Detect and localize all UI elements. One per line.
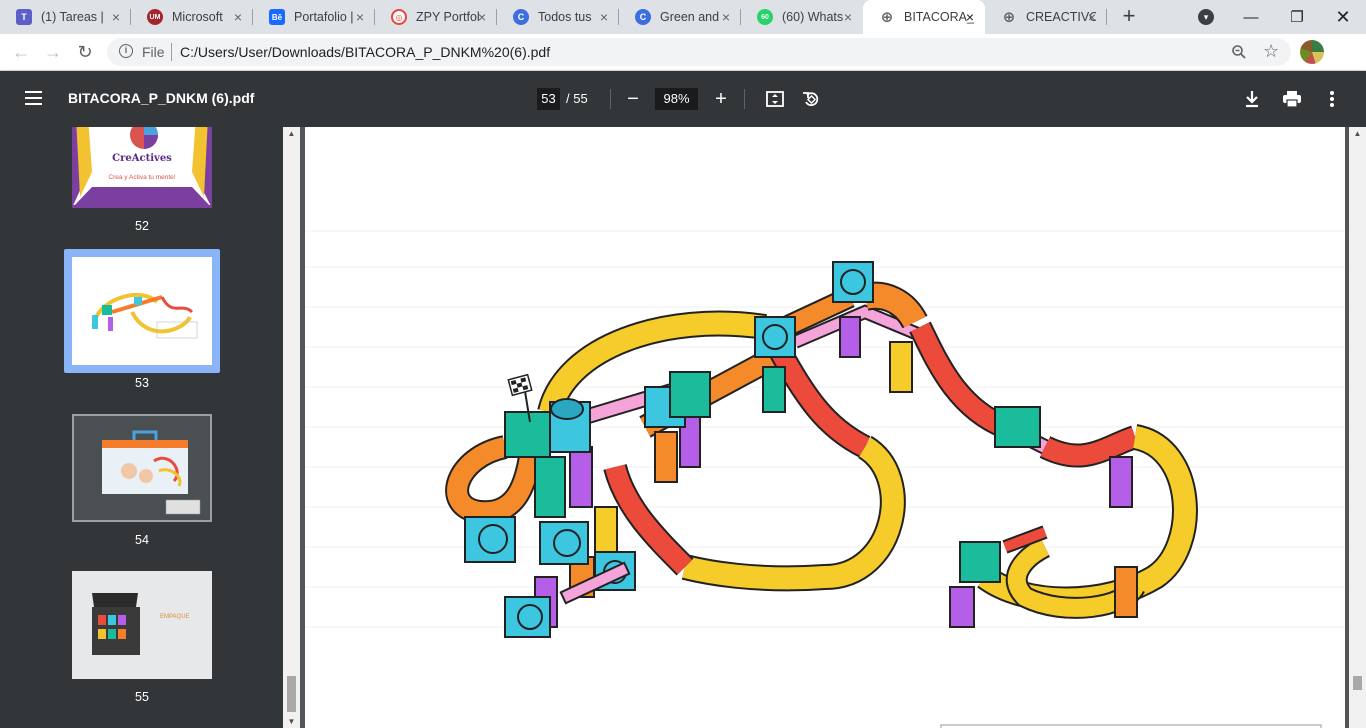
globe-icon: ⊕ xyxy=(880,9,894,26)
marble-run-illustration xyxy=(305,230,1345,728)
scroll-down-arrow[interactable]: ▼ xyxy=(283,717,300,726)
thumbnail-52-title: CreActives xyxy=(112,153,172,164)
more-options-icon[interactable] xyxy=(1320,87,1344,111)
minimize-button[interactable]: — xyxy=(1228,0,1274,34)
page-number-input[interactable]: 53 xyxy=(537,88,560,110)
zoom-out-button[interactable]: − xyxy=(621,87,645,111)
pdf-title: BITACORA_P_DNKM (6).pdf xyxy=(68,90,255,106)
thumbnail-52-tagline: Crea y Activa tu mente! xyxy=(108,174,176,181)
close-icon[interactable]: × xyxy=(597,10,611,24)
tab-search-icon[interactable]: ▾ xyxy=(1198,9,1214,25)
sidebar-scrollbar[interactable]: ▲ ▼ xyxy=(283,127,300,728)
um-icon: UM xyxy=(147,9,163,25)
zoom-icon[interactable] xyxy=(1231,44,1247,63)
back-button[interactable]: ← xyxy=(9,41,33,63)
package-thumbnail-image xyxy=(72,571,212,679)
tab-whatsapp[interactable]: 60 (60) Whats × xyxy=(741,0,863,34)
tab-green[interactable]: C Green and × xyxy=(619,0,741,34)
tab-portafolio[interactable]: Bē Portafolio | × xyxy=(253,0,375,34)
viewer-scrollbar-thumb[interactable] xyxy=(1353,676,1362,690)
reload-button[interactable]: ↻ xyxy=(73,41,97,63)
print-icon[interactable] xyxy=(1280,87,1304,111)
pdf-toolbar: BITACORA_P_DNKM (6).pdf 53 / 55 − 98% + xyxy=(0,71,1366,127)
tab-todos[interactable]: C Todos tus × xyxy=(497,0,619,34)
thumbnail-55[interactable]: EMPAQUE xyxy=(72,571,212,679)
scheme-label: File xyxy=(142,44,165,60)
new-tab-button[interactable]: + xyxy=(1118,5,1140,28)
close-icon[interactable]: × xyxy=(231,10,245,24)
profile-avatar[interactable] xyxy=(1300,40,1324,64)
tab-creactivo[interactable]: ⊕ CREACTIVO × xyxy=(985,0,1107,34)
tab-zpy[interactable]: ◎ ZPY Portfol × xyxy=(375,0,497,34)
viewer-scrollbar[interactable]: ▲ xyxy=(1349,127,1366,728)
sidebar-scrollbar-thumb[interactable] xyxy=(287,676,296,712)
behance-icon: Bē xyxy=(269,9,285,25)
tab-strip: T (1) Tareas | × UM Microsoft × Bē Porta… xyxy=(0,0,1366,34)
close-icon[interactable]: × xyxy=(963,10,977,24)
page-total: / 55 xyxy=(566,91,588,106)
close-icon[interactable]: × xyxy=(475,10,489,24)
address-toolbar: ← → ↻ i File C:/Users/User/Downloads/BIT… xyxy=(0,34,1366,71)
close-icon[interactable]: × xyxy=(109,10,123,24)
close-window-button[interactable]: ✕ xyxy=(1320,0,1366,34)
zoom-in-button[interactable]: + xyxy=(709,87,733,111)
whatsapp-icon: 60 xyxy=(757,9,773,25)
tab-title: (1) Tareas | xyxy=(41,10,104,24)
thumbnail-54[interactable] xyxy=(72,414,212,522)
close-icon[interactable]: × xyxy=(841,10,855,24)
download-icon[interactable] xyxy=(1240,87,1264,111)
target-icon: ◎ xyxy=(391,9,407,25)
creactives-logo xyxy=(72,127,212,205)
bookmark-star-icon[interactable]: ☆ xyxy=(1263,41,1279,62)
thumbnail-53[interactable] xyxy=(72,257,212,365)
tab-bitacora[interactable]: ⊕ BITACORA_ × xyxy=(863,0,985,34)
fit-page-icon[interactable] xyxy=(763,87,787,111)
close-icon[interactable]: × xyxy=(1085,10,1099,24)
scroll-up-arrow[interactable]: ▲ xyxy=(283,129,300,138)
thumbnail-number: 53 xyxy=(135,376,149,390)
teams-icon: T xyxy=(16,9,32,25)
canva-icon: C xyxy=(635,9,651,25)
zoom-input[interactable]: 98% xyxy=(655,88,698,110)
thumbnail-number: 52 xyxy=(135,219,149,233)
thumbnail-sidebar: CreActives Crea y Activa tu mente! 52 53 xyxy=(0,127,283,728)
pdf-page xyxy=(305,127,1345,728)
track-thumbnail-image xyxy=(92,292,198,339)
menu-icon[interactable] xyxy=(25,91,42,105)
rotate-icon[interactable] xyxy=(799,87,823,111)
omnibox[interactable]: i File C:/Users/User/Downloads/BITACORA_… xyxy=(107,38,1291,66)
restore-button[interactable]: ❐ xyxy=(1274,0,1320,34)
tab-microsoft[interactable]: UM Microsoft × xyxy=(131,0,253,34)
canva-icon: C xyxy=(513,9,529,25)
url-text[interactable]: C:/Users/User/Downloads/BITACORA_P_DNKM%… xyxy=(180,44,550,60)
forward-button[interactable]: → xyxy=(41,41,65,63)
info-icon[interactable]: i xyxy=(119,44,133,58)
tab-tareas[interactable]: T (1) Tareas | × xyxy=(0,0,131,34)
close-icon[interactable]: × xyxy=(353,10,367,24)
thumbnail-number: 55 xyxy=(135,690,149,704)
toy-box-thumbnail-image xyxy=(74,416,210,520)
thumbnail-number: 54 xyxy=(135,533,149,547)
pdf-viewer[interactable] xyxy=(300,127,1349,728)
scroll-up-arrow[interactable]: ▲ xyxy=(1349,129,1366,138)
thumbnail-52[interactable]: CreActives Crea y Activa tu mente! xyxy=(72,127,212,208)
globe-icon: ⊕ xyxy=(1002,9,1016,26)
thumbnail-55-label: EMPAQUE xyxy=(160,614,190,620)
close-icon[interactable]: × xyxy=(719,10,733,24)
